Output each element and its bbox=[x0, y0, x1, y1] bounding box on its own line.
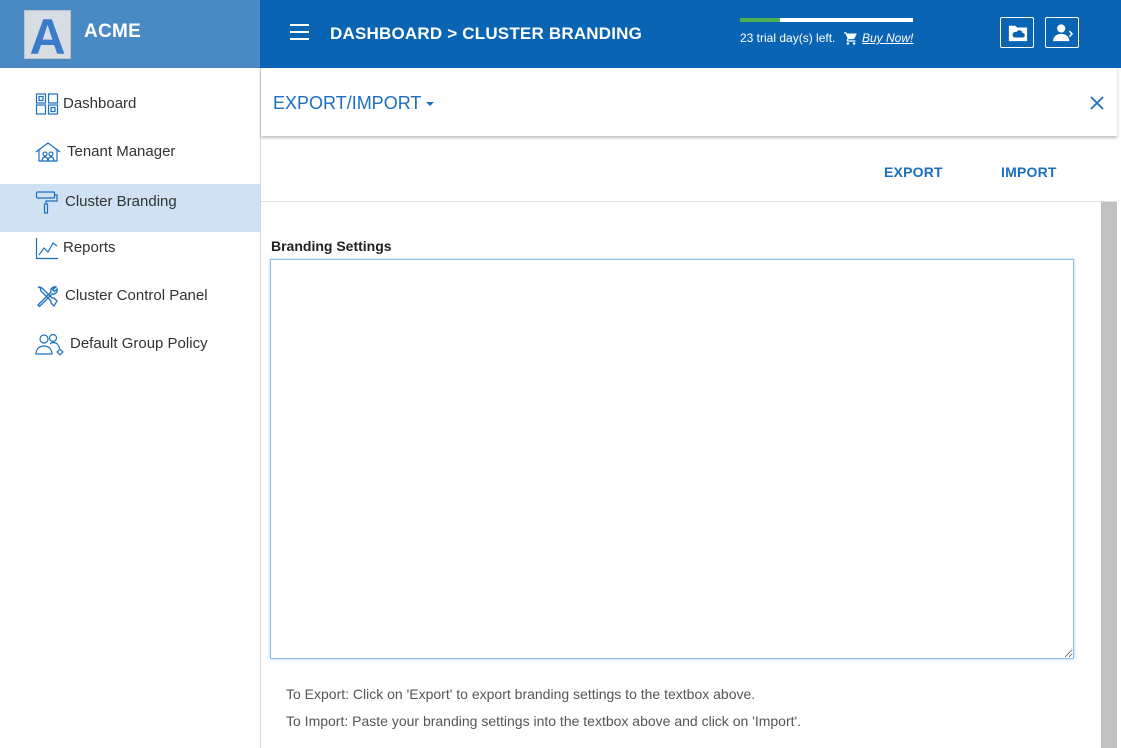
menu-icon[interactable] bbox=[290, 24, 309, 42]
sidebar-item-cluster-control-panel[interactable]: Cluster Control Panel bbox=[0, 272, 260, 320]
section-title-dropdown[interactable]: EXPORT/IMPORT bbox=[273, 93, 435, 114]
brand-name: ACME bbox=[84, 21, 142, 42]
sidebar-item-label: Reports bbox=[63, 239, 116, 256]
tenant-manager-icon bbox=[35, 142, 61, 162]
acme-logo[interactable]: A bbox=[24, 9, 71, 65]
export-hint: To Export: Click on 'Export' to export b… bbox=[286, 686, 756, 702]
branding-settings-textarea[interactable] bbox=[270, 259, 1074, 659]
cloud-folder-button[interactable] bbox=[1000, 17, 1034, 48]
sidebar-item-label: Tenant Manager bbox=[67, 143, 176, 160]
sidebar-item-label: Dashboard bbox=[63, 95, 137, 112]
reports-chart-icon bbox=[35, 238, 58, 260]
trial-days-text: 23 trial day(s) left. bbox=[740, 31, 836, 45]
top-bar: A ACME DASHBOARD > CLUSTER BRANDING 23 t… bbox=[0, 0, 1121, 68]
user-account-icon bbox=[1053, 24, 1074, 42]
sidebar-item-label: Default Group Policy bbox=[70, 335, 208, 352]
sidebar-item-label: Cluster Control Panel bbox=[65, 287, 208, 304]
cart-icon bbox=[844, 32, 857, 45]
sidebar-item-label: Cluster Branding bbox=[65, 193, 177, 210]
group-policy-icon bbox=[35, 333, 64, 356]
export-button[interactable]: EXPORT bbox=[884, 164, 943, 180]
cloud-folder-icon bbox=[1008, 25, 1028, 42]
breadcrumb: DASHBOARD > CLUSTER BRANDING bbox=[330, 24, 643, 43]
caret-down-icon bbox=[426, 102, 435, 107]
dashboard-icon bbox=[35, 93, 59, 115]
paint-roller-icon bbox=[35, 191, 58, 214]
brand-panel: A ACME bbox=[0, 0, 260, 68]
buy-now-link[interactable]: Buy Now! bbox=[862, 31, 913, 45]
sidebar: Dashboard Tenant Manager Cluster Brandin… bbox=[0, 68, 261, 748]
content-scrollbar[interactable] bbox=[1101, 202, 1117, 748]
trial-progress-fill bbox=[740, 18, 780, 22]
tools-icon bbox=[37, 286, 58, 308]
import-button[interactable]: IMPORT bbox=[1001, 164, 1057, 180]
sidebar-item-dashboard[interactable]: Dashboard bbox=[0, 80, 260, 128]
logo-letter: A bbox=[29, 9, 66, 65]
sidebar-item-reports[interactable]: Reports bbox=[0, 224, 260, 272]
close-icon[interactable] bbox=[1089, 95, 1105, 111]
sidebar-item-tenant-manager[interactable]: Tenant Manager bbox=[0, 128, 260, 176]
branding-settings-panel: Branding Settings To Export: Click on 'E… bbox=[261, 202, 1101, 748]
import-hint: To Import: Paste your branding settings … bbox=[286, 713, 802, 729]
branding-settings-label: Branding Settings bbox=[271, 238, 392, 254]
trial-progress-bar bbox=[740, 18, 913, 22]
section-title: EXPORT/IMPORT bbox=[273, 93, 422, 113]
sidebar-item-default-group-policy[interactable]: Default Group Policy bbox=[0, 320, 260, 368]
section-header: EXPORT/IMPORT bbox=[261, 68, 1117, 136]
action-bar: EXPORT IMPORT bbox=[261, 139, 1117, 202]
user-account-button[interactable] bbox=[1045, 17, 1079, 48]
